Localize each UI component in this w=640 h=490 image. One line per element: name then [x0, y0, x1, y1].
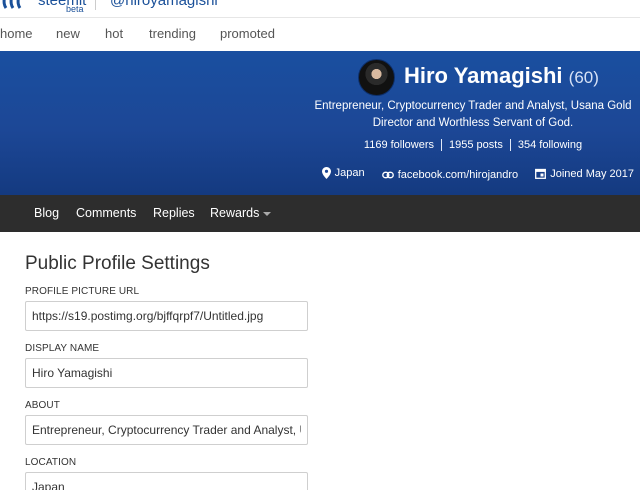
website-item[interactable]: facebook.com/hirojandro — [381, 169, 518, 181]
joined-date: Joined May 2017 — [550, 167, 634, 180]
profile-stats: 1169 followers 1955 posts 354 following — [300, 139, 640, 151]
avatar[interactable] — [358, 59, 395, 96]
steemit-logo-icon[interactable] — [0, 0, 26, 12]
posts-link[interactable]: 1955 posts — [441, 139, 510, 151]
account-handle[interactable]: @hiroyamagishi — [110, 0, 218, 9]
location-item: Japan — [321, 167, 365, 179]
profile-picture-url-input[interactable] — [25, 301, 308, 331]
about-input[interactable] — [25, 415, 308, 445]
location-input[interactable] — [25, 472, 308, 490]
website-link[interactable]: facebook.com/hirojandro — [398, 169, 518, 181]
joined-item: Joined May 2017 — [535, 168, 634, 180]
display-name-label: DISPLAY NAME — [25, 343, 100, 354]
tab-blog[interactable]: Blog — [34, 206, 59, 220]
nav-trending[interactable]: trending — [149, 26, 196, 41]
location-label: LOCATION — [25, 457, 77, 468]
header-divider — [95, 0, 96, 10]
profile-tabs: Blog Comments Replies Rewards — [0, 195, 640, 232]
tab-replies[interactable]: Replies — [153, 206, 195, 220]
followers-link[interactable]: 1169 followers — [357, 139, 441, 151]
profile-banner: Hiro Yamagishi (60) Entrepreneur, Crypto… — [0, 51, 640, 195]
page-title: Public Profile Settings — [25, 253, 210, 274]
profile-meta: Japan facebook.com/hirojandro Joined May… — [308, 167, 634, 182]
display-name-input[interactable] — [25, 358, 308, 388]
tab-rewards-label: Rewards — [210, 206, 260, 220]
profile-name-text: Hiro Yamagishi — [404, 63, 563, 88]
following-link[interactable]: 354 following — [509, 139, 589, 151]
profile-about: Entrepreneur, Cryptocurrency Trader and … — [314, 100, 632, 129]
location-text: Japan — [334, 167, 365, 179]
nav-hot[interactable]: hot — [105, 26, 123, 41]
location-pin-icon — [321, 167, 331, 179]
profile-name: Hiro Yamagishi (60) — [404, 63, 599, 89]
about-label: ABOUT — [25, 400, 60, 411]
calendar-icon — [535, 168, 547, 179]
tab-comments[interactable]: Comments — [76, 206, 136, 220]
nav-promoted[interactable]: promoted — [220, 26, 275, 41]
nav-new[interactable]: new — [56, 26, 80, 41]
profile-picture-label: PROFILE PICTURE URL — [25, 286, 140, 297]
nav-home[interactable]: home — [0, 26, 33, 41]
main-nav: home new hot trending promoted — [0, 18, 640, 51]
site-header: steemit beta @hiroyamagishi — [0, 0, 640, 18]
tab-rewards[interactable]: Rewards — [210, 206, 272, 220]
link-icon — [381, 171, 394, 179]
chevron-down-icon — [263, 211, 272, 216]
beta-badge: beta — [66, 4, 84, 14]
reputation-score: (60) — [568, 68, 599, 87]
